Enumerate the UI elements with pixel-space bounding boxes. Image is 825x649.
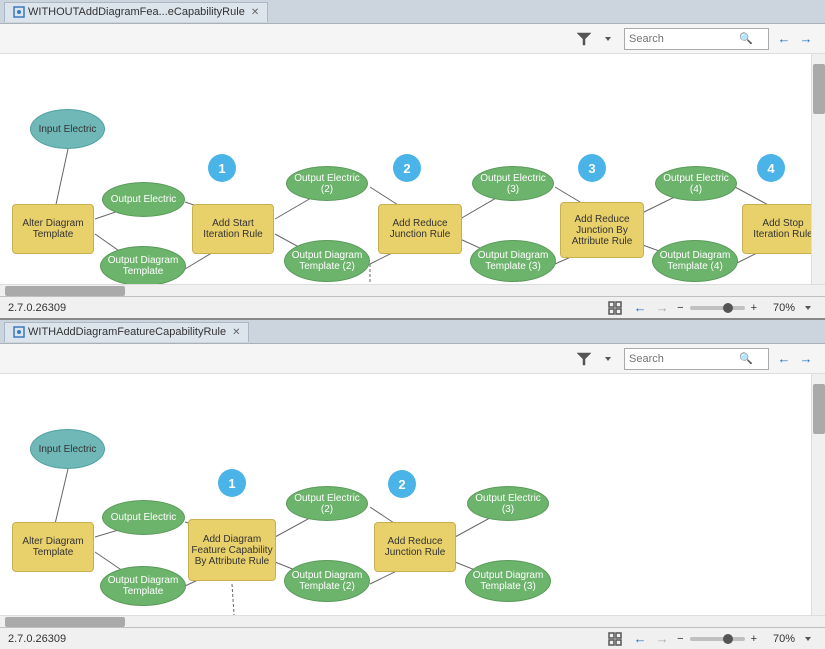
node-output-electric-4-top[interactable]: Output Electric (4) [655, 166, 737, 201]
bottom-tab-bar: WITHAddDiagramFeatureCapabilityRule ✕ [0, 320, 825, 344]
node-output-electric-3-bot[interactable]: Output Electric (3) [467, 486, 549, 521]
top-zoom-level: 70% [763, 302, 795, 314]
node-alter-diagram-bot[interactable]: Alter Diagram Template [12, 522, 94, 572]
bottom-version: 2.7.0.26309 [8, 633, 66, 645]
bottom-filter-dropdown[interactable] [598, 349, 618, 369]
bottom-tab-close[interactable]: ✕ [232, 327, 240, 338]
bottom-nav-back[interactable]: ← [631, 630, 649, 648]
bottom-panel: WITHAddDiagramFeatureCapabilityRule ✕ 🔍 … [0, 320, 825, 649]
node-output-diagram-3-bot[interactable]: Output Diagram Template (3) [465, 560, 551, 602]
badge-2-top: 2 [393, 154, 421, 182]
top-tab-close[interactable]: ✕ [251, 7, 259, 18]
node-input-electric-bot[interactable]: Input Electric [30, 429, 105, 469]
top-fit-icon[interactable] [605, 298, 625, 318]
top-search-icon[interactable]: 🔍 [735, 30, 757, 47]
badge-1-top: 1 [208, 154, 236, 182]
bottom-v-scrollbar[interactable] [811, 374, 825, 615]
node-output-diagram-3-top[interactable]: Output Diagram Template (3) [470, 240, 556, 282]
bottom-tab-label: WITHAddDiagramFeatureCapabilityRule [28, 326, 226, 338]
top-tab[interactable]: WITHOUTAddDiagramFea...eCapabilityRule ✕ [4, 2, 268, 22]
node-output-electric-2-top[interactable]: Output Electric (2) [286, 166, 368, 201]
node-output-electric-bot[interactable]: Output Electric [102, 500, 185, 535]
bottom-h-scroll-thumb[interactable] [5, 617, 125, 627]
top-search-box[interactable]: 🔍 [624, 28, 769, 50]
top-tab-bar: WITHOUTAddDiagramFea...eCapabilityRule ✕ [0, 0, 825, 24]
bottom-zoom-slider[interactable] [690, 637, 745, 641]
bottom-search-input[interactable] [625, 351, 735, 367]
top-version: 2.7.0.26309 [8, 302, 66, 314]
top-panel: WITHOUTAddDiagramFea...eCapabilityRule ✕… [0, 0, 825, 320]
bottom-canvas: Input Electric Alter Diagram Template Ou… [0, 374, 825, 615]
top-nav-back[interactable]: ← [631, 299, 649, 317]
node-output-diagram-2-bot[interactable]: Output Diagram Template (2) [284, 560, 370, 602]
bottom-nav-forward[interactable]: → [653, 630, 671, 648]
node-add-start-top[interactable]: Add Start Iteration Rule [192, 204, 274, 254]
bottom-zoom-handle[interactable] [723, 634, 733, 644]
top-status-bar: 2.7.0.26309 ← → − + 70% [0, 296, 825, 318]
bottom-zoom-minus[interactable]: − [677, 633, 683, 645]
filter-icon[interactable] [574, 29, 594, 49]
node-add-reduce-top[interactable]: Add Reduce Junction Rule [378, 204, 462, 254]
top-search-input[interactable] [625, 31, 735, 47]
node-output-diagram-2-top[interactable]: Output Diagram Template (2) [284, 240, 370, 282]
badge-3-top: 3 [578, 154, 606, 182]
node-input-electric-top[interactable]: Input Electric [30, 109, 105, 149]
diagram-icon-bottom [13, 326, 25, 338]
badge-1-bot: 1 [218, 469, 246, 497]
bottom-zoom-plus[interactable]: + [751, 633, 757, 645]
top-nav-forward[interactable]: → [653, 299, 671, 317]
node-alter-diagram-top[interactable]: Alter Diagram Template [12, 204, 94, 254]
bottom-zoom-level: 70% [763, 633, 795, 645]
top-v-scroll-thumb[interactable] [813, 64, 825, 114]
top-h-scrollbar[interactable] [0, 284, 825, 296]
diagram-icon [13, 6, 25, 18]
node-output-electric-3-top[interactable]: Output Electric (3) [472, 166, 554, 201]
bottom-search-box[interactable]: 🔍 [624, 348, 769, 370]
top-canvas: Input Electric Alter Diagram Template Ou… [0, 54, 825, 284]
node-output-diagram-top[interactable]: Output Diagram Template [100, 246, 186, 284]
node-output-electric-top[interactable]: Output Electric [102, 182, 185, 217]
badge-2-bot: 2 [388, 470, 416, 498]
top-zoom-slider[interactable] [690, 306, 745, 310]
top-zoom-minus[interactable]: − [677, 302, 683, 314]
node-add-feature-bot[interactable]: Add Diagram Feature Capability By Attrib… [188, 519, 276, 581]
filter-dropdown-icon[interactable] [598, 29, 618, 49]
node-output-diagram-bot[interactable]: Output Diagram Template [100, 566, 186, 606]
bottom-h-scrollbar[interactable] [0, 615, 825, 627]
top-h-scroll-thumb[interactable] [5, 286, 125, 296]
node-output-diagram-4-top[interactable]: Output Diagram Template (4) [652, 240, 738, 282]
bottom-tab[interactable]: WITHAddDiagramFeatureCapabilityRule ✕ [4, 322, 249, 342]
badge-4-top: 4 [757, 154, 785, 182]
node-add-reduce-attr-top[interactable]: Add Reduce Junction By Attribute Rule [560, 202, 644, 258]
top-zoom-plus[interactable]: + [751, 302, 757, 314]
top-zoom-dropdown[interactable] [799, 299, 817, 317]
top-v-scrollbar[interactable] [811, 54, 825, 284]
bottom-back-btn[interactable]: ← [775, 350, 793, 368]
bottom-zoom-dropdown[interactable] [799, 630, 817, 648]
bottom-status-bar: 2.7.0.26309 ← → − + 70% [0, 627, 825, 649]
bottom-forward-btn[interactable]: → [797, 350, 815, 368]
top-tab-label: WITHOUTAddDiagramFea...eCapabilityRule [28, 6, 245, 18]
bottom-status-right: ← → − + 70% [603, 629, 817, 649]
top-zoom-handle[interactable] [723, 303, 733, 313]
bottom-filter-icon[interactable] [574, 349, 594, 369]
node-output-electric-2-bot[interactable]: Output Electric (2) [286, 486, 368, 521]
bottom-search-icon[interactable]: 🔍 [735, 350, 757, 367]
bottom-v-scroll-thumb[interactable] [813, 384, 825, 434]
app-container: WITHOUTAddDiagramFea...eCapabilityRule ✕… [0, 0, 825, 649]
top-toolbar: 🔍 ← → [0, 24, 825, 54]
bottom-toolbar: 🔍 ← → [0, 344, 825, 374]
top-back-btn[interactable]: ← [775, 30, 793, 48]
top-status-right: ← → − + 70% [603, 298, 817, 318]
node-add-reduce-bot[interactable]: Add Reduce Junction Rule [374, 522, 456, 572]
bottom-fit-icon[interactable] [605, 629, 625, 649]
top-forward-btn[interactable]: → [797, 30, 815, 48]
